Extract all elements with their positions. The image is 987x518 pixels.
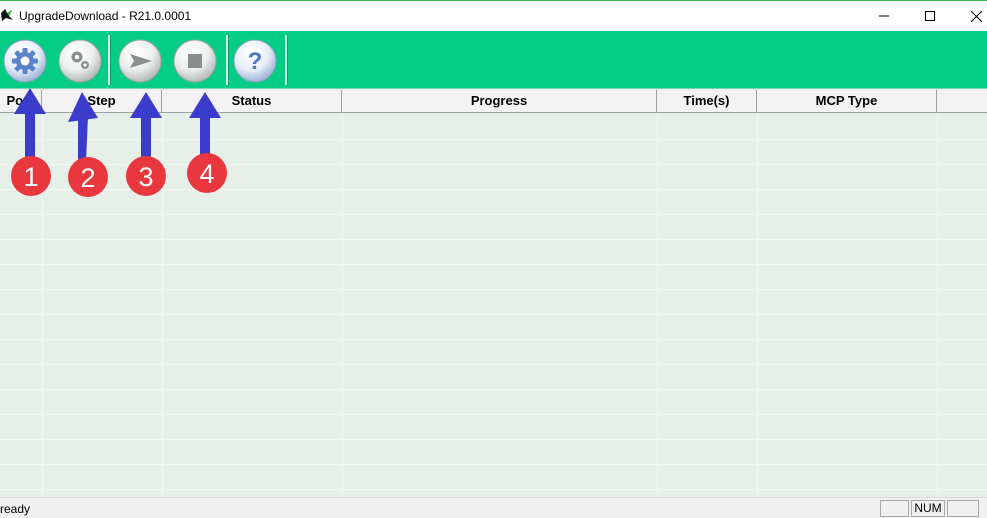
grid-row-line [0, 189, 987, 190]
table-header: Port Step Status Progress Time(s) MCP Ty… [0, 90, 987, 113]
toolbar: ? [0, 31, 987, 89]
toolbar-separator [108, 35, 111, 85]
grid-row-line [0, 464, 987, 465]
grid-row-line [0, 289, 987, 290]
toolbar-separator [285, 35, 288, 85]
help-label: ? [248, 48, 263, 75]
grid-row-line [0, 139, 987, 140]
grid-row-line [0, 364, 987, 365]
status-bar: ready NUM [0, 497, 987, 518]
grid-column-line [162, 113, 163, 497]
status-text: ready [0, 502, 31, 516]
gear-icon[interactable] [3, 39, 47, 83]
stop-icon[interactable] [173, 39, 217, 83]
column-header-port[interactable]: Port [0, 90, 42, 112]
title-bar: UpgradeDownload - R21.0.0001 [0, 0, 987, 31]
window-title: UpgradeDownload - R21.0.0001 [19, 9, 192, 23]
grid-column-line [42, 113, 43, 497]
column-header-step[interactable]: Step [42, 90, 162, 112]
grid-column-line [757, 113, 758, 497]
close-icon [970, 10, 982, 22]
column-header-time[interactable]: Time(s) [657, 90, 757, 112]
column-header-progress[interactable]: Progress [342, 90, 657, 112]
column-header-status[interactable]: Status [162, 90, 342, 112]
minimize-icon [879, 15, 889, 17]
maximize-button[interactable] [907, 1, 953, 31]
grid-row-line [0, 389, 987, 390]
grid-row-line [0, 414, 987, 415]
start-arrow-icon[interactable] [118, 39, 162, 83]
grid-column-line [657, 113, 658, 497]
minimize-button[interactable] [861, 1, 907, 31]
status-pane-num: NUM [911, 500, 945, 517]
grid-row-line [0, 314, 987, 315]
gears-icon[interactable] [58, 39, 102, 83]
column-header-filler [937, 90, 987, 112]
grid-row-line [0, 164, 987, 165]
toolbar-separator [226, 35, 229, 85]
close-button[interactable] [953, 1, 987, 31]
port-list-table[interactable]: Port Step Status Progress Time(s) MCP Ty… [0, 89, 987, 497]
column-header-mcp-type[interactable]: MCP Type [757, 90, 937, 112]
app-icon [1, 9, 13, 21]
status-pane [880, 500, 909, 517]
grid-row-line [0, 264, 987, 265]
grid-row-line [0, 439, 987, 440]
grid-row-line [0, 339, 987, 340]
grid-column-line [937, 113, 938, 497]
maximize-icon [925, 11, 935, 21]
grid-column-line [342, 113, 343, 497]
grid-row-line [0, 239, 987, 240]
status-pane [947, 500, 979, 517]
grid-row-line [0, 489, 987, 490]
grid-row-line [0, 214, 987, 215]
help-icon[interactable]: ? [233, 39, 277, 83]
